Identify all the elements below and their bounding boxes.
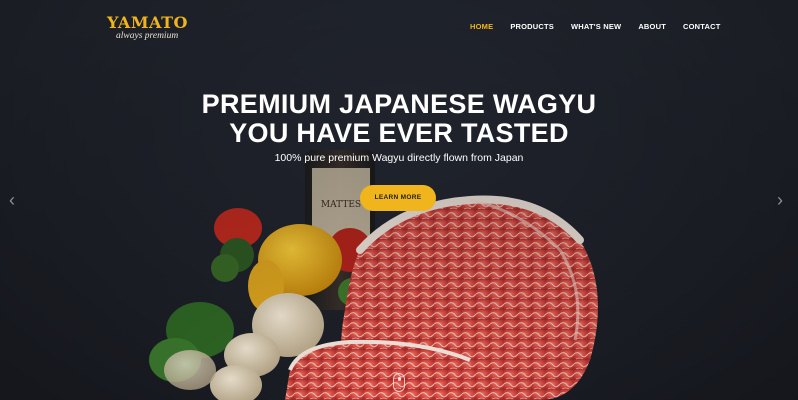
hero-title: PREMIUM JAPANESE WAGYU YOU HAVE EVER TAS…: [0, 90, 798, 148]
main-nav: HOME PRODUCTS WHAT'S NEW ABOUT CONTACT: [470, 22, 738, 36]
nav-item-home[interactable]: HOME: [470, 22, 493, 36]
hero-subtitle: 100% pure premium Wagyu directly flown f…: [274, 152, 524, 164]
chevron-right-icon[interactable]: ›: [777, 191, 783, 209]
nav-item-whats-new[interactable]: WHAT'S NEW: [571, 22, 621, 36]
brand-tagline: always premium: [116, 31, 179, 41]
nav-item-products[interactable]: PRODUCTS: [510, 22, 554, 36]
mouse-wheel: [397, 377, 401, 381]
nav-item-contact[interactable]: CONTACT: [683, 22, 721, 36]
learn-more-button[interactable]: LEARN MORE: [360, 185, 436, 211]
hero-title-line-1: PREMIUM JAPANESE WAGYU: [201, 89, 597, 119]
chevron-left-icon[interactable]: ‹: [9, 191, 15, 209]
brand-logo[interactable]: YAMATO always premium: [107, 15, 187, 42]
brand-name: YAMATO: [107, 13, 188, 32]
hero-slider: MATTES YAMATO always premium HOME PRODUC…: [0, 0, 798, 400]
hero-title-line-2: YOU HAVE EVER TASTED: [229, 118, 569, 148]
nav-item-about[interactable]: ABOUT: [638, 22, 666, 36]
mouse-scroll-icon[interactable]: [393, 373, 405, 392]
